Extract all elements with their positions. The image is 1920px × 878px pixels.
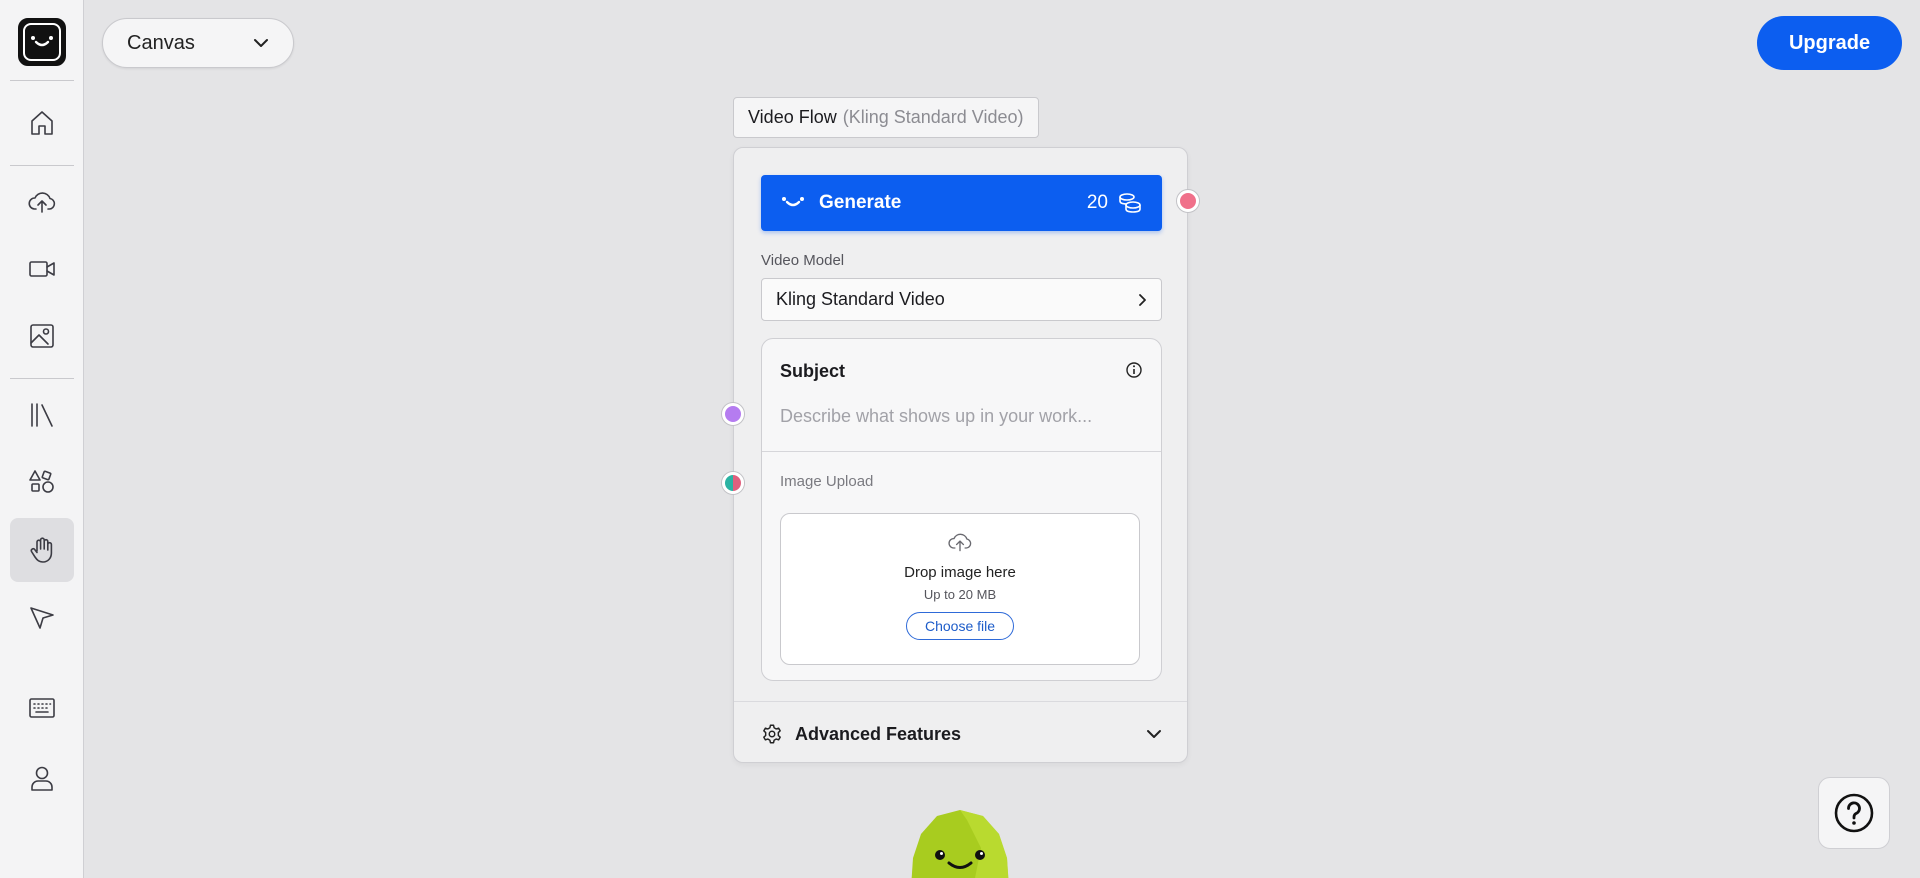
sidebar-item-pointer-tool[interactable] <box>10 586 74 650</box>
chevron-right-icon <box>1139 293 1146 306</box>
home-icon <box>30 111 53 135</box>
node-subtitle: (Kling Standard Video) <box>842 107 1024 127</box>
video-model-label: Video Model <box>761 252 845 269</box>
drop-title: Drop image here <box>904 564 1016 581</box>
gear-icon <box>763 724 781 744</box>
advanced-features-label: Advanced Features <box>795 723 962 744</box>
video-flow-node: Generate 20 Video Model Kling Standard V… <box>733 147 1188 763</box>
sidebar-divider <box>9 165 74 166</box>
smiley-logo-icon <box>22 23 61 61</box>
app-logo[interactable] <box>17 18 66 66</box>
sidebar-item-elements[interactable] <box>10 450 74 514</box>
upgrade-button[interactable]: Upgrade <box>1757 16 1902 70</box>
workspace-selector[interactable]: Canvas <box>102 18 294 68</box>
video-icon <box>28 261 55 277</box>
video-model-value: Kling Standard Video <box>776 289 945 309</box>
advanced-features-toggle[interactable]: Advanced Features <box>761 711 1162 757</box>
sidebar-item-image[interactable] <box>10 304 74 368</box>
divider <box>734 701 1187 702</box>
sidebar-item-shortcuts[interactable] <box>10 676 74 740</box>
info-icon[interactable] <box>1125 361 1143 379</box>
library-icon <box>30 403 53 427</box>
divider <box>762 451 1161 452</box>
drop-size-limit: Up to 20 MB <box>923 587 997 602</box>
node-title-text: Video Flow <box>748 107 837 127</box>
sidebar-item-upload[interactable] <box>10 170 74 234</box>
upload-cloud-icon <box>27 192 55 213</box>
workspace-selector-label: Canvas <box>127 31 195 54</box>
subject-label: Subject <box>780 361 846 381</box>
sidebar <box>0 0 84 878</box>
sidebar-item-video[interactable] <box>10 237 74 301</box>
choose-file-button[interactable]: Choose file <box>905 612 1015 640</box>
credit-cost: 20 <box>1086 192 1108 213</box>
upload-cloud-icon <box>948 533 972 552</box>
pointer-tool-icon <box>29 607 54 629</box>
keyboard-icon <box>28 698 55 718</box>
sidebar-divider <box>9 378 74 379</box>
sidebar-divider <box>9 80 74 81</box>
chevron-down-icon <box>1147 730 1161 738</box>
inputs-panel: Subject Image Upload Drop image here Up … <box>761 338 1162 681</box>
user-icon <box>30 766 53 791</box>
output-handle[interactable] <box>1177 190 1199 212</box>
generate-button[interactable]: Generate 20 <box>761 175 1162 231</box>
help-button[interactable] <box>1818 777 1890 849</box>
sidebar-item-home[interactable] <box>10 91 74 155</box>
mascot-character <box>911 810 1009 878</box>
shapes-icon <box>28 470 54 493</box>
image-dropzone[interactable]: Drop image here Up to 20 MB Choose file <box>780 513 1140 665</box>
subject-input-handle[interactable] <box>722 403 744 425</box>
image-icon <box>29 324 54 348</box>
image-upload-label: Image Upload <box>780 473 874 490</box>
generate-label: Generate <box>819 192 902 213</box>
smiley-icon <box>782 197 804 207</box>
subject-input[interactable] <box>780 401 1140 431</box>
sidebar-item-library[interactable] <box>10 383 74 447</box>
question-mark-icon <box>1834 793 1874 833</box>
image-input-handle[interactable] <box>722 472 744 494</box>
sidebar-item-hand-tool[interactable] <box>9 518 74 582</box>
coins-icon <box>1119 193 1141 213</box>
node-title[interactable]: Video Flow (Kling Standard Video) <box>733 97 1039 138</box>
hand-tool-icon <box>30 537 52 563</box>
video-model-select[interactable]: Kling Standard Video <box>761 278 1162 321</box>
sidebar-item-profile[interactable] <box>10 746 74 810</box>
chevron-down-icon <box>254 39 268 47</box>
